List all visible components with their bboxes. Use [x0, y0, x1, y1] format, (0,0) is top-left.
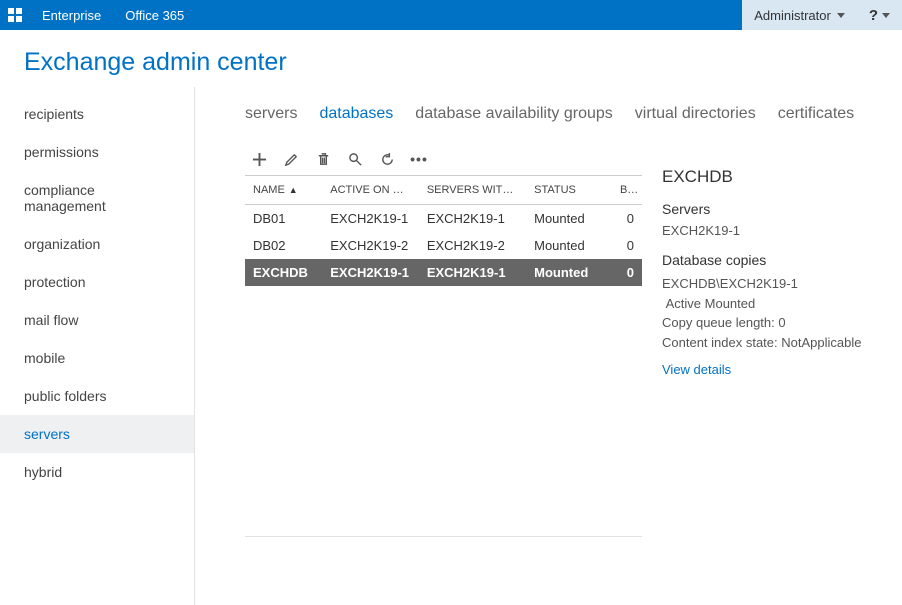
table-row[interactable]: DB02 EXCH2K19-2 EXCH2K19-2 Mounted 0 — [245, 232, 642, 259]
toolbar: ••• — [245, 149, 642, 175]
col-header-active[interactable]: ACTIVE ON SE... — [322, 176, 419, 205]
chevron-down-icon — [837, 13, 845, 18]
subtabs: servers databases database availability … — [245, 87, 892, 149]
user-label: Administrator — [754, 8, 831, 23]
chevron-down-icon — [882, 13, 890, 18]
sidebar-item-organization[interactable]: organization — [0, 225, 194, 263]
tab-virtual-directories[interactable]: virtual directories — [635, 105, 756, 123]
add-button[interactable] — [251, 151, 267, 167]
sidebar-item-mail-flow[interactable]: mail flow — [0, 301, 194, 339]
topbar: Enterprise Office 365 Administrator ? — [0, 0, 902, 30]
sidebar-item-mobile[interactable]: mobile — [0, 339, 194, 377]
details-copy-path: EXCHDB\EXCH2K19-1 — [662, 274, 882, 294]
table-bottom-border — [245, 536, 642, 537]
more-button[interactable]: ••• — [411, 151, 427, 167]
sidebar-item-protection[interactable]: protection — [0, 263, 194, 301]
topbar-spacer — [196, 0, 742, 30]
tab-databases[interactable]: databases — [319, 105, 393, 123]
table-header-row: NAME▲ ACTIVE ON SE... SERVERS WITH C... … — [245, 176, 642, 205]
details-index-state: Content index state: NotApplicable — [662, 333, 882, 353]
top-tab-office365[interactable]: Office 365 — [113, 0, 196, 30]
refresh-button[interactable] — [379, 151, 395, 167]
help-label: ? — [869, 7, 878, 24]
databases-table: NAME▲ ACTIVE ON SE... SERVERS WITH C... … — [245, 175, 642, 286]
help-menu[interactable]: ? — [857, 0, 902, 30]
col-header-b[interactable]: B... — [612, 176, 642, 205]
sidebar: recipients permissions compliance manage… — [0, 87, 195, 605]
sidebar-item-hybrid[interactable]: hybrid — [0, 453, 194, 491]
sidebar-item-compliance-management[interactable]: compliance management — [0, 171, 194, 225]
details-pane: EXCHDB Servers EXCH2K19-1 Database copie… — [662, 149, 892, 537]
view-details-link[interactable]: View details — [662, 362, 731, 377]
details-title: EXCHDB — [662, 167, 882, 187]
tab-certificates[interactable]: certificates — [778, 105, 854, 123]
sidebar-item-servers[interactable]: servers — [0, 415, 194, 453]
sidebar-item-public-folders[interactable]: public folders — [0, 377, 194, 415]
details-copy-status: Active Mounted — [662, 294, 882, 314]
delete-button[interactable] — [315, 151, 331, 167]
page-title: Exchange admin center — [0, 30, 902, 87]
details-copy-queue: Copy queue length: 0 — [662, 313, 882, 333]
table-row[interactable]: DB01 EXCH2K19-1 EXCH2K19-1 Mounted 0 — [245, 205, 642, 233]
details-copies-heading: Database copies — [662, 252, 882, 268]
tab-dag[interactable]: database availability groups — [415, 105, 612, 123]
search-button[interactable] — [347, 151, 363, 167]
details-servers-value: EXCH2K19-1 — [662, 223, 882, 238]
user-menu[interactable]: Administrator — [742, 0, 857, 30]
main: servers databases database availability … — [195, 87, 902, 605]
sort-asc-icon: ▲ — [289, 185, 298, 195]
sidebar-item-permissions[interactable]: permissions — [0, 133, 194, 171]
col-header-name[interactable]: NAME▲ — [245, 176, 322, 205]
office-logo-icon[interactable] — [0, 0, 30, 30]
col-header-servers[interactable]: SERVERS WITH C... — [419, 176, 526, 205]
col-header-status[interactable]: STATUS — [526, 176, 612, 205]
edit-button[interactable] — [283, 151, 299, 167]
tab-servers[interactable]: servers — [245, 105, 297, 123]
table-row[interactable]: EXCHDB EXCH2K19-1 EXCH2K19-1 Mounted 0 — [245, 259, 642, 286]
sidebar-item-recipients[interactable]: recipients — [0, 95, 194, 133]
details-servers-heading: Servers — [662, 201, 882, 217]
top-tab-enterprise[interactable]: Enterprise — [30, 0, 113, 30]
